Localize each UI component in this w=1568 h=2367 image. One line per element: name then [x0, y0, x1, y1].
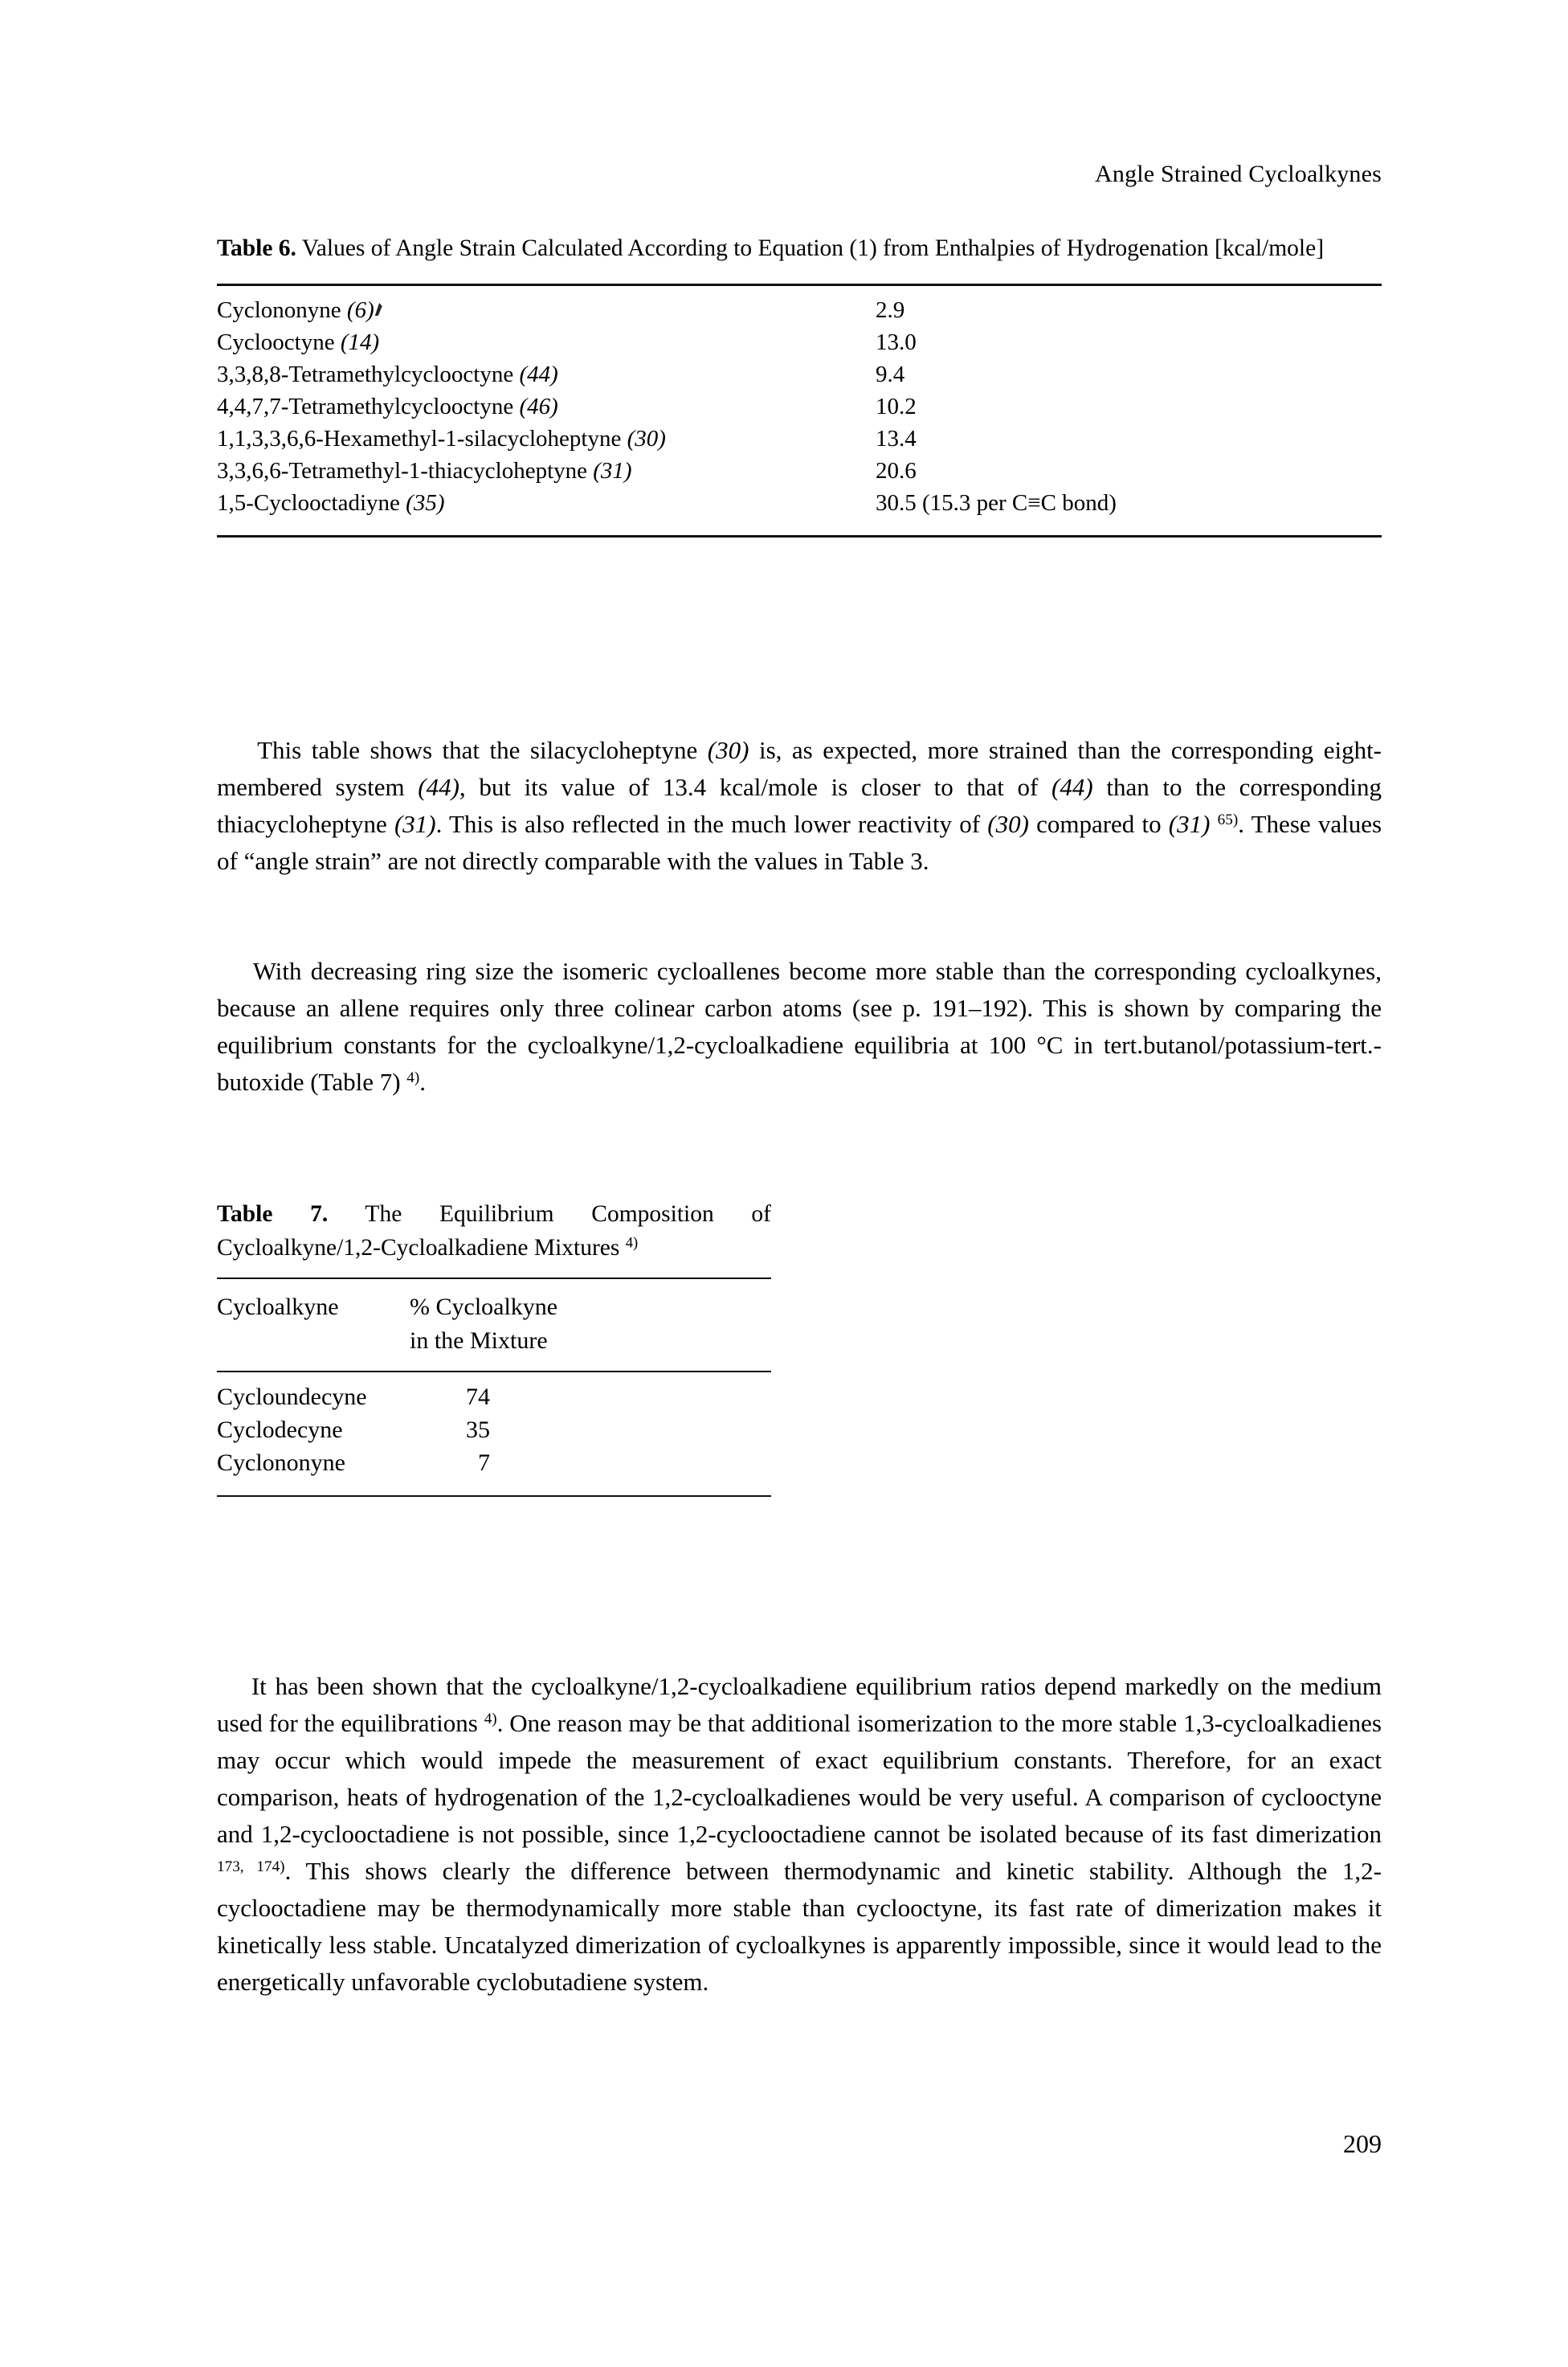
table-7-caption: Table 7. The Equilibrium Composition of … — [217, 1197, 771, 1265]
compound-ref: (44) — [1051, 773, 1093, 801]
table-6-cell-value: 10.2 — [876, 394, 917, 419]
table-7-cell-value: 35 — [466, 1417, 490, 1443]
compound-ref: (46) — [519, 394, 558, 419]
table-6-cell-value: 20.6 — [876, 458, 917, 484]
compound-ref: (6) — [346, 297, 374, 323]
compound-ref: (30) — [707, 736, 749, 764]
table-row: 1,5-Cyclooctadiyne (35) 30.5 (15.3 per C… — [217, 487, 1382, 519]
table-row: 3,3,8,8-Tetramethylcyclooctyne (44) 9.4 — [217, 358, 1382, 390]
table-7-col-header-2: % Cycloalkyne in the Mixture — [410, 1294, 558, 1354]
footnote-marker: 173, 174) — [217, 1858, 285, 1876]
running-head: Angle Strained Cycloalkynes — [1095, 161, 1382, 187]
table-7-col-header-1: Cycloalkyne — [217, 1294, 339, 1320]
table-6-cell-value: 9.4 — [876, 362, 905, 387]
table-6-cell-name: 3,3,8,8-Tetramethylcyclooctyne (44) — [217, 362, 558, 387]
body-paragraph-2: With decreasing ring size the isomeric c… — [217, 957, 1382, 1096]
table-6-cell-value: 30.5 (15.3 per C≡C bond) — [876, 490, 1117, 516]
table-6-cell-value: 13.4 — [876, 426, 917, 452]
table-row: Cyclononyne (6) 2.9 — [217, 294, 1382, 326]
table-6-cell-name: 1,5-Cyclooctadiyne (35) — [217, 490, 445, 516]
scan-artifact — [374, 303, 382, 316]
footnote-marker: 4) — [406, 1069, 420, 1087]
table-7-cell-value: 74 — [466, 1384, 490, 1410]
table-6-caption: Table 6. Values of Angle Strain Calculat… — [217, 231, 1382, 266]
table-7-caption-label: Table 7. — [217, 1201, 329, 1227]
table-7-cell-name: Cycloundecyne — [217, 1384, 367, 1410]
table-row: Cyclodecyne 35 — [217, 1413, 771, 1446]
table-row: Cycloundecyne 74 — [217, 1380, 771, 1413]
compound-ref: (30) — [987, 810, 1029, 838]
document-page: Angle Strained Cycloalkynes Table 6. Val… — [0, 0, 1568, 2367]
compound-ref: (14) — [340, 329, 380, 355]
compound-ref: (44) — [519, 362, 558, 387]
table-row: 1,1,3,3,6,6-Hexamethyl-1-silacycloheptyn… — [217, 423, 1382, 455]
compound-ref: (35) — [406, 490, 445, 516]
table-6: Table 6. Values of Angle Strain Calculat… — [217, 231, 1382, 538]
table-6-cell-value: 2.9 — [876, 297, 905, 323]
footnote-marker: 4) — [625, 1234, 639, 1252]
table-6-cell-name: 1,1,3,3,6,6-Hexamethyl-1-silacycloheptyn… — [217, 426, 666, 452]
table-6-cell-name: 4,4,7,7-Tetramethylcyclooctyne (46) — [217, 394, 558, 419]
body-paragraph-3: It has been shown that the cycloalkyne/1… — [217, 1672, 1382, 1996]
compound-ref: (30) — [627, 426, 666, 452]
table-row: 4,4,7,7-Tetramethylcyclooctyne (46) 10.2 — [217, 390, 1382, 423]
compound-ref: (31) — [593, 458, 632, 484]
body-paragraph-1: This table shows that the silacyclohepty… — [217, 736, 1382, 875]
table-6-caption-label: Table 6. — [217, 235, 296, 261]
table-7-header-row: Cycloalkyne % Cycloalkyne in the Mixture — [217, 1279, 771, 1359]
table-6-rule-bottom — [217, 535, 1382, 538]
table-row: Cyclononyne 7 — [217, 1446, 771, 1479]
table-7: Table 7. The Equilibrium Composition of … — [217, 1197, 771, 1497]
table-7-body: Cycloundecyne 74 Cyclodecyne 35 Cyclonon… — [217, 1372, 771, 1484]
table-6-cell-name: Cyclooctyne (14) — [217, 329, 380, 355]
table-row: Cyclooctyne (14) 13.0 — [217, 326, 1382, 358]
table-6-cell-value: 13.0 — [876, 329, 917, 355]
table-6-cell-name: Cyclononyne (6) — [217, 294, 876, 326]
page-number: 209 — [1343, 2129, 1382, 2158]
table-7-cell-name: Cyclononyne — [217, 1449, 345, 1476]
footnote-marker: 65) — [1217, 811, 1239, 829]
table-7-cell-name: Cyclodecyne — [217, 1417, 343, 1443]
compound-ref: (31) — [1168, 810, 1211, 838]
footnote-marker: 4) — [484, 1711, 497, 1728]
table-6-body: Cyclononyne (6) 2.9 Cyclooctyne (14) 13.… — [217, 286, 1382, 522]
table-6-cell-name: 3,3,6,6-Tetramethyl-1-thiacycloheptyne (… — [217, 458, 632, 484]
table-6-caption-text: Values of Angle Strain Calculated Accord… — [296, 235, 1325, 261]
table-row: 3,3,6,6-Tetramethyl-1-thiacycloheptyne (… — [217, 455, 1382, 487]
table-7-cell-value: 7 — [478, 1449, 490, 1476]
compound-ref: (44) — [418, 773, 459, 801]
table-7-rule-bottom — [217, 1495, 771, 1497]
compound-ref: (31) — [394, 810, 436, 838]
